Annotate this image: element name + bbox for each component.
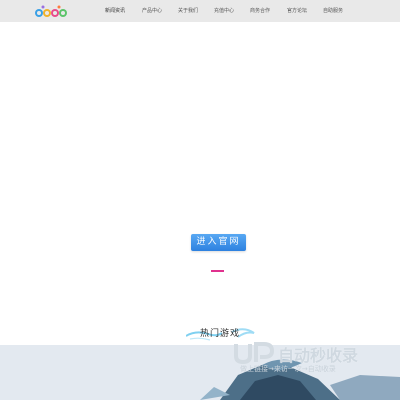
nav-item-about[interactable]: 关于我们 xyxy=(178,8,198,14)
watermark-logo-icon xyxy=(234,342,275,364)
watermark-overlay: 自动秒收录 做上链接→来访一次→自动收录 xyxy=(228,340,388,380)
hot-games-title: 热门游戏 xyxy=(200,329,241,339)
nav-item-forum[interactable]: 官方论坛 xyxy=(287,8,307,14)
enter-site-button[interactable]: 进入官网 xyxy=(191,234,246,251)
nav-item-news[interactable]: 新闻资讯 xyxy=(105,8,125,14)
watermark-title: 自动秒收录 xyxy=(278,346,359,365)
nav-item-products[interactable]: 产品中心 xyxy=(142,8,162,14)
nav-item-business[interactable]: 商务合作 xyxy=(250,8,270,14)
nav-item-self-service[interactable]: 自助服务 xyxy=(323,8,343,14)
top-navigation-bar: 新闻资讯 产品中心 关于我们 充值中心 商务合作 官方论坛 自助服务 xyxy=(0,0,400,22)
accent-divider xyxy=(211,270,224,272)
nav-item-recharge[interactable]: 充值中心 xyxy=(214,8,234,14)
main-nav: 新闻资讯 产品中心 关于我们 充值中心 商务合作 官方论坛 自助服务 xyxy=(0,0,400,22)
watermark-subtitle: 做上链接→来访一次→自动收录 xyxy=(240,365,336,373)
